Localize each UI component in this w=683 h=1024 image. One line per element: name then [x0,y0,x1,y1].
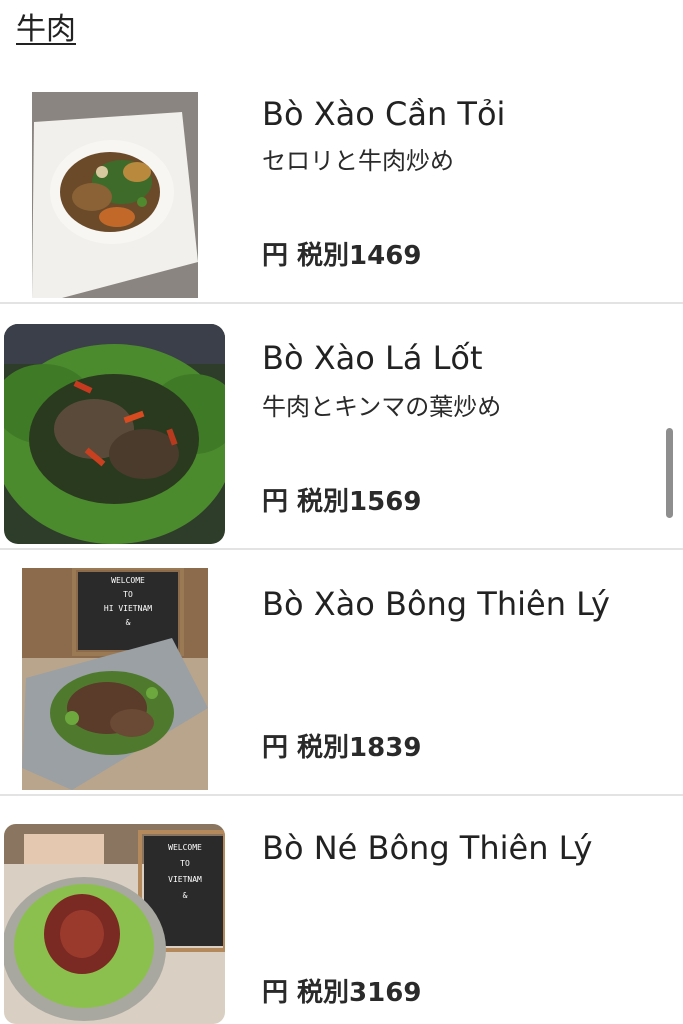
dish-price: 円 税別1569 [262,485,421,519]
dish-photo[interactable] [4,324,225,544]
menu-item[interactable]: Bò Xào Lá Lốt 牛肉とキンマの葉炒め 円 税別1569 [0,304,683,550]
sign-text: TO [150,856,220,872]
category-title[interactable]: 牛肉 [16,10,76,50]
menu-item[interactable]: WELCOME TO HI VIETNAM & Bò Xào Bông Thiê… [0,550,683,796]
dish-photo[interactable] [32,92,198,298]
dish-price: 円 税別1839 [262,731,421,765]
sign-text: WELCOME [78,574,178,588]
sign-text: VIETNAM [150,872,220,888]
dish-name: Bò Né Bông Thiên Lý [262,828,592,868]
sign-text: & [150,888,220,904]
dish-name: Bò Xào Bông Thiên Lý [262,584,610,624]
welcome-sign: WELCOME TO VIETNAM & [150,840,220,940]
menu-item[interactable]: Bò Xào Cần Tỏi セロリと牛肉炒め 円 税別1469 [0,58,683,304]
dish-price: 円 税別3169 [262,976,421,1010]
dish-name: Bò Xào Lá Lốt [262,338,483,378]
dish-price: 円 税別1469 [262,239,421,273]
sign-text: & [78,616,178,630]
dish-photo[interactable]: WELCOME TO HI VIETNAM & [22,568,208,790]
vertical-scrollbar[interactable] [666,428,673,518]
sign-text: WELCOME [150,840,220,856]
menu-page: 牛肉 Bò Xào Cần Tỏi セロリと牛肉炒め 円 税別1469 [0,0,683,1024]
dish-photo[interactable]: WELCOME TO VIETNAM & [4,824,225,1024]
sign-text: HI VIETNAM [78,602,178,616]
sign-text: TO [78,588,178,602]
dish-description: 牛肉とキンマの葉炒め [262,391,501,423]
menu-item[interactable]: WELCOME TO VIETNAM & Bò Né Bông Thiên Lý… [0,796,683,1024]
dish-description: セロリと牛肉炒め [262,145,454,177]
dish-name: Bò Xào Cần Tỏi [262,94,505,134]
welcome-sign: WELCOME TO HI VIETNAM & [78,572,178,652]
